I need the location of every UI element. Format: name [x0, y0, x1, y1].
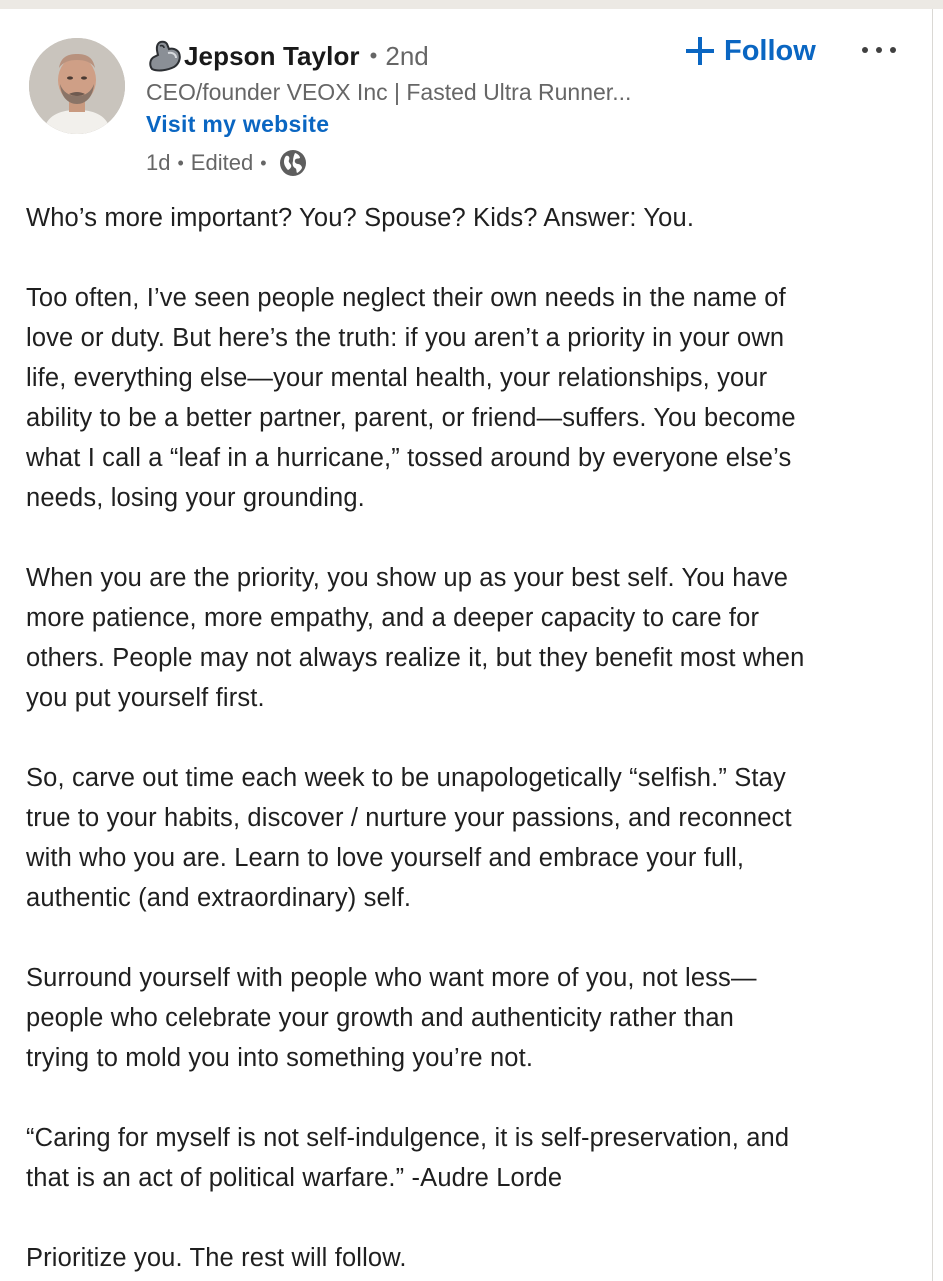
visit-website-link[interactable]: Visit my website	[146, 108, 329, 140]
more-options-icon[interactable]	[862, 36, 896, 64]
post-paragraph: Surround yourself with people who want m…	[26, 958, 921, 1078]
post-line: with who you are. Learn to love yourself…	[26, 844, 745, 872]
post-age: 1d	[146, 150, 171, 175]
post-paragraph: So, carve out time each week to be unapo…	[26, 758, 921, 918]
author-name[interactable]: Jepson Taylor	[184, 41, 360, 72]
edited-label: Edited	[190, 150, 254, 175]
post-line: you put yourself first.	[26, 684, 265, 712]
post-line: Too often, I’ve seen people neglect thei…	[26, 284, 786, 312]
name-separator: •	[369, 43, 378, 68]
post-line: needs, losing your grounding.	[26, 484, 365, 512]
follow-label: Follow	[724, 34, 816, 67]
post-text: Who’s more important? You? Spouse? Kids?…	[26, 198, 921, 1281]
meta-separator: •	[177, 152, 184, 173]
globe-icon[interactable]	[278, 148, 308, 178]
author-headline[interactable]: CEO/founder VEOX Inc | Fasted Ultra Runn…	[146, 76, 676, 108]
post-paragraph: Who’s more important? You? Spouse? Kids?…	[26, 198, 921, 238]
post-paragraph: Too often, I’ve seen people neglect thei…	[26, 278, 921, 518]
post-line: “Caring for myself is not self-indulgenc…	[26, 1124, 790, 1152]
post-paragraph: “Caring for myself is not self-indulgenc…	[26, 1118, 921, 1198]
post-line: that is an act of political warfare.” -A…	[26, 1164, 563, 1192]
post-line: true to your habits, discover / nurture …	[26, 804, 792, 832]
feed-top-divider	[0, 0, 943, 9]
connection-degree: 2nd	[385, 40, 429, 71]
post-line: Who’s more important? You? Spouse? Kids?…	[26, 204, 695, 232]
author-name-line[interactable]: Jepson Taylor • 2nd	[146, 38, 429, 74]
post-line: trying to mold you into something you’re…	[26, 1044, 534, 1072]
meta-separator: •	[260, 152, 267, 173]
post-line: people who celebrate your growth and aut…	[26, 1004, 735, 1032]
post-line: more patience, more empathy, and a deepe…	[26, 604, 760, 632]
plus-icon	[686, 37, 714, 65]
author-avatar[interactable]	[29, 38, 125, 134]
post-line: ability to be a better partner, parent, …	[26, 404, 796, 432]
follow-button[interactable]: Follow	[686, 30, 816, 72]
post-paragraph: Prioritize you. The rest will follow.	[26, 1238, 921, 1278]
post-line: When you are the priority, you show up a…	[26, 564, 789, 592]
post-line: So, carve out time each week to be unapo…	[26, 764, 786, 792]
card-right-border	[932, 9, 933, 1281]
avatar-photo	[29, 38, 125, 134]
post-line: what I call a “leaf in a hurricane,” tos…	[26, 444, 792, 472]
post-line: love or duty. But here’s the truth: if y…	[26, 324, 785, 352]
flexed-biceps-icon	[146, 39, 182, 73]
post-line: life, everything else—your mental health…	[26, 364, 768, 392]
post-paragraph: When you are the priority, you show up a…	[26, 558, 921, 718]
post-line: Surround yourself with people who want m…	[26, 964, 757, 992]
post-line: authentic (and extraordinary) self.	[26, 884, 412, 912]
post-line: others. People may not always realize it…	[26, 644, 805, 672]
post-line: Prioritize you. The rest will follow.	[26, 1244, 407, 1272]
post-card: Jepson Taylor • 2nd CEO/founder VEOX Inc…	[0, 0, 943, 1281]
post-meta: 1d • Edited •	[146, 146, 308, 180]
